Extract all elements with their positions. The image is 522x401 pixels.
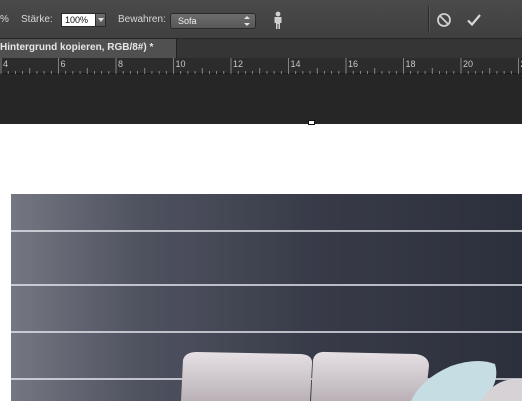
ruler-label: 4 bbox=[3, 59, 8, 69]
ruler-label: 18 bbox=[406, 59, 416, 69]
strength-dropdown-button[interactable] bbox=[95, 13, 106, 27]
document-tab-bar: Hintergrund kopieren, RGB/8#) * bbox=[0, 39, 522, 58]
document-image bbox=[11, 194, 522, 401]
options-bar: % Stärke: 100% Bewahren: Sofa bbox=[0, 0, 522, 39]
strength-input[interactable]: 100% bbox=[61, 13, 96, 27]
document-tab[interactable]: Hintergrund kopieren, RGB/8#) * bbox=[0, 39, 177, 58]
preserve-select[interactable]: Sofa bbox=[170, 13, 256, 29]
ruler-label: 10 bbox=[176, 59, 186, 69]
ruler-label: 16 bbox=[348, 59, 358, 69]
horizontal-ruler[interactable]: 46810121416182022 bbox=[0, 58, 522, 74]
percent-fragment: % bbox=[0, 14, 9, 25]
toolbar-separator bbox=[428, 6, 429, 33]
person-icon[interactable] bbox=[271, 11, 287, 29]
ruler-label: 8 bbox=[118, 59, 123, 69]
resize-handle[interactable] bbox=[308, 120, 315, 125]
checkmark-icon[interactable] bbox=[466, 12, 482, 28]
document-tab-title: Hintergrund kopieren, RGB/8#) * bbox=[0, 42, 154, 53]
canvas-background bbox=[0, 74, 522, 124]
preserve-label: Bewahren: bbox=[118, 14, 166, 25]
strength-label: Stärke: bbox=[21, 14, 53, 25]
preserve-select-value: Sofa bbox=[178, 16, 197, 26]
cancel-icon[interactable] bbox=[436, 12, 452, 28]
ruler-label: 20 bbox=[463, 59, 473, 69]
ruler-label: 12 bbox=[233, 59, 243, 69]
ruler-label: 14 bbox=[291, 59, 301, 69]
ruler-ticks: 46810121416182022 bbox=[0, 58, 522, 74]
ruler-label: 6 bbox=[61, 59, 66, 69]
select-arrows-icon bbox=[244, 16, 250, 26]
